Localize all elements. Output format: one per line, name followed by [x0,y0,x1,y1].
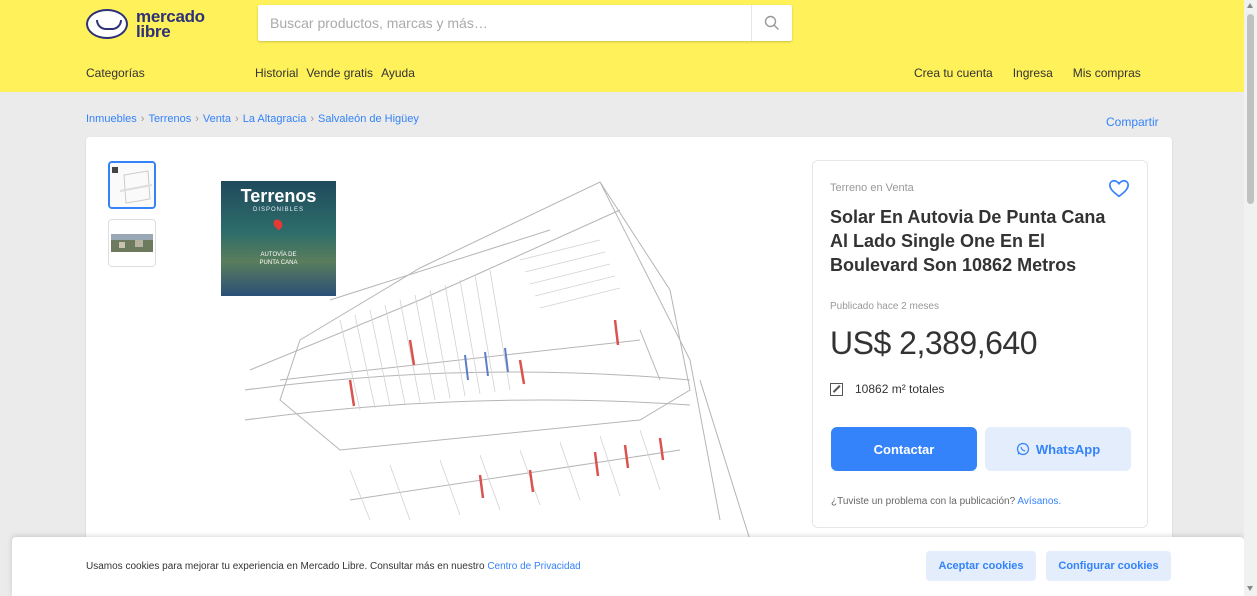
logo-line2: libre [136,22,171,41]
report-problem: ¿Tuviste un problema con la publicación?… [831,496,1061,507]
breadcrumb: Inmuebles › Terrenos › Venta › La Altagracia › S… [86,113,419,125]
cookie-text: Usamos cookies para mejorar tu experienc… [86,561,485,572]
breadcrumb-item-la-altagracia[interactable]: La Altagracia [243,113,307,125]
problem-text: ¿Tuviste un problema con la publicación? [831,496,1016,507]
nav-categories: Categorías [86,66,145,80]
promo-subtitle: DISPONIBLES [252,207,304,213]
nav-item-ayuda[interactable]: Ayuda [381,66,415,80]
site-plan-thumb [110,163,154,207]
page-scrollbar[interactable] [1244,0,1257,596]
area-info: 10862 m² totales [830,382,944,396]
cookie-message: Usamos cookies para mejorar tu experienc… [86,561,581,572]
handshake-icon [86,9,128,39]
scroll-down-arrow-icon[interactable] [1247,586,1253,591]
scrollbar-thumb[interactable] [1247,14,1254,204]
nav-item-crea-cuenta[interactable]: Crea tu cuenta [914,66,993,80]
accept-cookies-button[interactable]: Aceptar cookies [926,551,1036,581]
promo-footer: AUTOVÍA DE PUNTA CANA [221,251,336,267]
whatsapp-button[interactable]: WhatsApp [985,427,1131,471]
breadcrumb-item-terrenos[interactable]: Terrenos [148,113,191,125]
search-button[interactable] [751,5,792,41]
area-label: totales [909,382,945,396]
whatsapp-label: WhatsApp [1035,441,1101,457]
nav-item-categorias[interactable]: Categorías [86,66,145,80]
breadcrumb-item-salvaleon[interactable]: Salvaleón de Higüey [318,113,419,125]
configure-cookies-button[interactable]: Configurar cookies [1046,551,1171,581]
privacy-center-link[interactable]: Centro de Privacidad [487,561,580,572]
nav-item-ingresa[interactable]: Ingresa [1013,66,1053,80]
gallery-thumbnail-plan[interactable] [108,161,156,209]
search-bar [258,5,792,41]
map-pin-icon [271,217,285,231]
breadcrumb-item-venta[interactable]: Venta [203,113,231,125]
promo-footer-line2: PUNTA CANA [259,260,298,266]
nav-item-historial[interactable]: Historial [255,66,298,80]
listing-title: Solar En Autovia De Punta Cana Al Lado S… [830,207,1106,275]
share-link[interactable]: Compartir [1106,115,1159,129]
area-value: 10862 m² [855,382,906,396]
report-link[interactable]: Avísanos. [1017,496,1061,507]
search-input[interactable] [258,8,751,38]
scroll-up-arrow-icon[interactable] [1247,3,1253,8]
search-icon [764,15,779,30]
published-date: Publicado hace 2 meses [830,301,939,312]
listing-price: US$ 2,389,640 [830,325,1038,361]
breadcrumb-item-inmuebles[interactable]: Inmuebles [86,113,137,125]
promo-banner: Terrenos DISPONIBLES AUTOVÍA DE PUNTA CA… [221,181,336,296]
aerial-photo-thumb [109,220,155,266]
promo-footer-line1: AUTOVÍA DE [260,252,297,258]
whatsapp-icon [1016,442,1029,456]
favorite-heart-icon[interactable] [1108,178,1130,200]
cookie-banner: Usamos cookies para mejorar tu experienc… [12,537,1244,596]
listing-condition: Terreno en Venta [830,182,914,194]
promo-title: Terrenos [240,186,317,206]
nav-item-vende-gratis[interactable]: Vende gratis [306,66,373,80]
area-icon [830,382,843,396]
nav-item-mis-compras[interactable]: Mis compras [1073,66,1141,80]
header: mercado libre Categorías Historial Vende… [0,0,1244,92]
nav-left: Historial Vende gratis Ayuda [255,66,415,80]
contact-button[interactable]: Contactar [831,427,977,471]
gallery-thumbnail-aerial[interactable] [108,219,156,267]
nav-right: Crea tu cuenta Ingresa Mis compras [914,66,1141,80]
mercadolibre-logo[interactable]: mercado libre [86,4,216,44]
